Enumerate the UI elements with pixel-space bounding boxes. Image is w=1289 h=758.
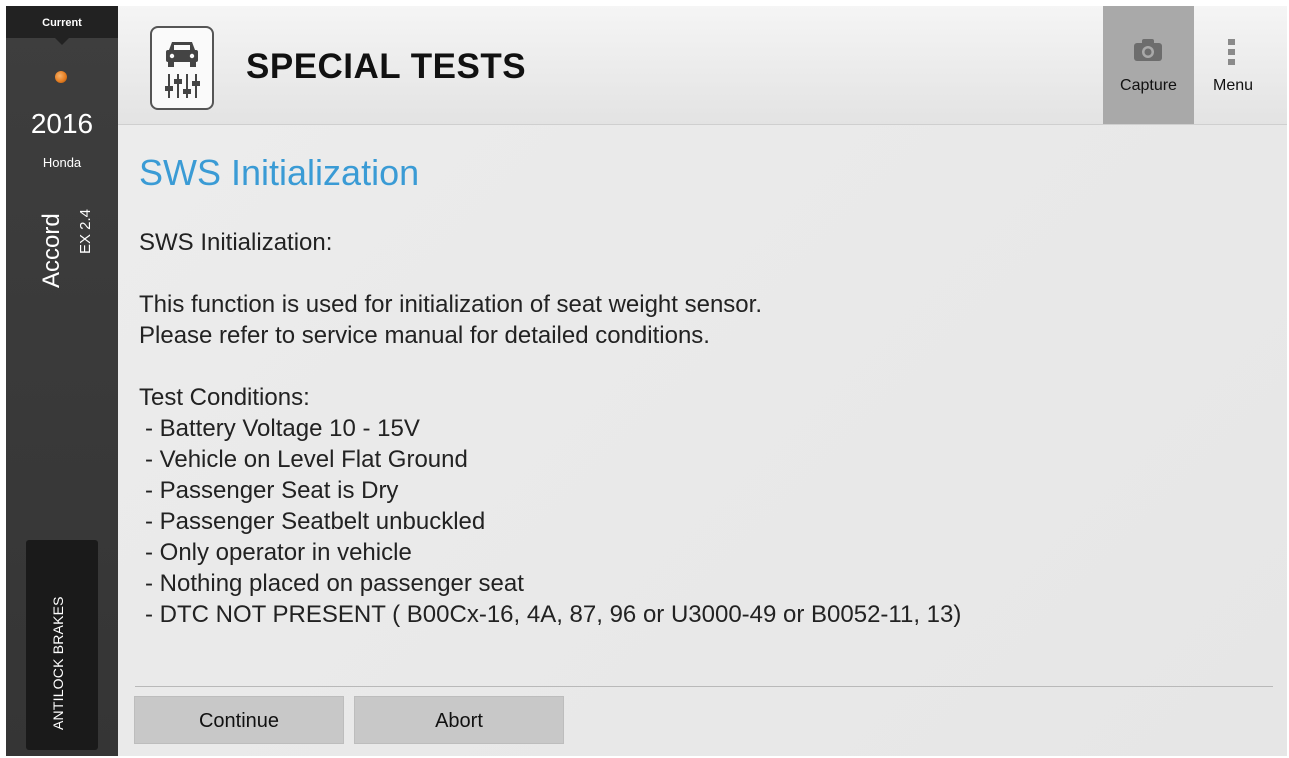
connection-status-icon [55, 71, 67, 83]
description-line: This function is used for initialization… [139, 291, 762, 318]
condition-item: - Battery Voltage 10 - 15V [145, 415, 420, 442]
test-instructions: SWS Initialization: This function is use… [139, 227, 1259, 630]
capture-button[interactable]: Capture [1103, 6, 1194, 124]
description-line: Please refer to service manual for detai… [139, 322, 710, 349]
divider [135, 686, 1273, 687]
condition-item: - Nothing placed on passenger seat [145, 570, 524, 597]
conditions-heading: Test Conditions: [139, 384, 310, 411]
vehicle-model: Accord [38, 213, 65, 288]
header-bar: SPECIAL TESTS Capture Menu [118, 6, 1287, 125]
condition-item: - Passenger Seatbelt unbuckled [145, 508, 486, 535]
vertical-dots-icon [1226, 37, 1238, 72]
camera-icon [1132, 38, 1164, 67]
menu-label: Menu [1212, 77, 1254, 94]
abort-button[interactable]: Abort [354, 696, 564, 744]
capture-label: Capture [1120, 77, 1177, 94]
vehicle-year: 2016 [30, 108, 94, 139]
section-title: SWS Initialization [139, 152, 420, 193]
vehicle-make: Honda [42, 155, 82, 170]
menu-button[interactable]: Menu [1194, 6, 1272, 124]
vehicle-sidebar: Current 2016 Honda Accord EX 2.4 ANTILOC… [6, 6, 118, 756]
car-diagnostics-icon [150, 26, 214, 110]
intro-heading: SWS Initialization: [139, 229, 333, 256]
condition-item: - Only operator in vehicle [145, 539, 412, 566]
condition-item: - Passenger Seat is Dry [145, 477, 399, 504]
vehicle-trim: EX 2.4 [77, 208, 94, 254]
page-title: SPECIAL TESTS [246, 47, 527, 86]
test-content-panel: SWS Initialization SWS Initialization: T… [118, 125, 1287, 756]
current-label: Current [6, 6, 118, 45]
system-tab-antilock-brakes[interactable]: ANTILOCK BRAKES [26, 540, 98, 750]
app-screen: Current 2016 Honda Accord EX 2.4 ANTILOC… [6, 6, 1287, 756]
condition-item: - Vehicle on Level Flat Ground [145, 446, 468, 473]
condition-item: - DTC NOT PRESENT ( B00Cx-16, 4A, 87, 96… [145, 601, 962, 628]
system-tab-label: ANTILOCK BRAKES [50, 596, 66, 730]
continue-button[interactable]: Continue [134, 696, 344, 744]
